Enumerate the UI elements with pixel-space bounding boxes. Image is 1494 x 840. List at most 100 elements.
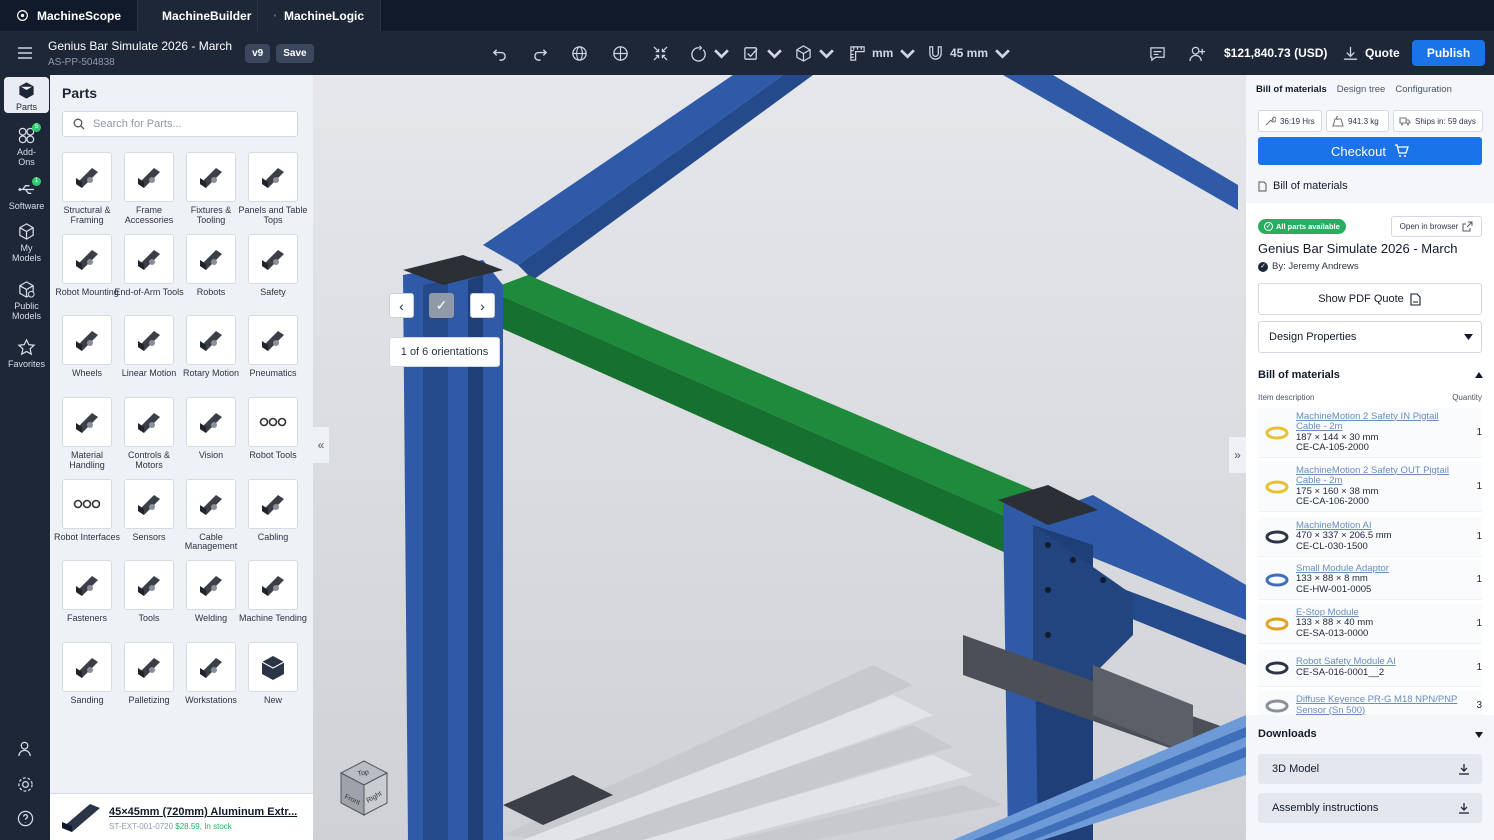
confirm-orientation-button[interactable]: ✓ (429, 293, 454, 318)
tab-label: MachineScope (37, 8, 122, 23)
version-badge[interactable]: v9 (245, 43, 271, 63)
category-palletizing[interactable]: Palletizing (124, 642, 174, 724)
selected-part-bar[interactable]: 45×45mm (720mm) Aluminum Extr... ST-EXT-… (50, 793, 313, 840)
checkout-button[interactable]: Checkout (1258, 137, 1482, 165)
design-properties-dropdown[interactable]: Design Properties (1258, 321, 1482, 353)
category-robot-interfaces[interactable]: Robot Interfaces (54, 478, 120, 561)
snap-dropdown[interactable]: 45 mm (927, 31, 1011, 75)
category-fixtures-tooling[interactable]: Fixtures & Tooling (186, 152, 236, 234)
weight-icon (1332, 115, 1344, 127)
chevron-down-icon (900, 48, 916, 59)
bom-row[interactable]: Small Module Adaptor 133 × 88 × 8 mm CE-HW… (1258, 560, 1482, 600)
collapse-right-panel[interactable]: » (1229, 437, 1246, 473)
category-robot-mounting[interactable]: Robot Mounting (55, 233, 119, 316)
orbit-button[interactable] (571, 31, 588, 75)
selected-part-name[interactable]: 45×45mm (720mm) Aluminum Extr... (109, 806, 297, 818)
tab-machinebuilder[interactable]: MachineBuilder (138, 0, 259, 31)
collapse-parts-panel[interactable]: « (313, 427, 329, 463)
category-workstations[interactable]: Workstations (185, 642, 237, 724)
tab-machinelogic[interactable]: MachineLogic (258, 0, 382, 31)
category-material-handling[interactable]: Material Handling (62, 397, 112, 479)
category-robot-tools[interactable]: Robot Tools (248, 397, 298, 479)
comments-button[interactable] (1149, 31, 1166, 75)
rail-item-my-models[interactable]: My Models (4, 222, 49, 263)
category-wheels[interactable]: Wheels (62, 315, 112, 397)
caret-down-icon[interactable] (1475, 732, 1483, 738)
category-safety[interactable]: Safety (248, 233, 298, 316)
download-label: Assembly instructions (1272, 802, 1379, 814)
tab-bill-of-materials[interactable]: Bill of materials (1256, 84, 1327, 95)
3d-viewport[interactable]: ‹ ✓ › 1 of 6 orientations « » Top Front … (313, 75, 1246, 840)
bom-row[interactable]: MachineMotion AI 470 × 337 × 206.5 mm CE-C… (1258, 517, 1482, 557)
rail-item-public-models[interactable]: Public Models (4, 280, 49, 321)
tab-design-tree[interactable]: Design tree (1337, 84, 1386, 95)
save-button[interactable]: Save (276, 43, 314, 63)
bom-row[interactable]: MachineMotion 2 Safety OUT Pigtail Cable… (1258, 462, 1482, 512)
help-icon[interactable] (17, 810, 34, 827)
share-button[interactable] (1189, 31, 1206, 75)
unit-dropdown[interactable]: mm (849, 31, 916, 75)
category-vision[interactable]: Vision (186, 397, 236, 479)
bom-row[interactable]: Robot Safety Module AI CE-SA-016-0001__2 1 (1258, 649, 1482, 687)
tab-machinescope[interactable]: MachineScope (0, 0, 139, 31)
prev-orientation-button[interactable]: ‹ (389, 293, 414, 318)
category-frame-accessories[interactable]: Frame Accessories (124, 152, 174, 234)
next-orientation-button[interactable]: › (470, 293, 495, 318)
tab-label: MachineBuilder (162, 8, 252, 23)
rail-item-software[interactable]: 1 Software (4, 177, 49, 211)
rotate-dropdown[interactable] (690, 31, 730, 75)
new-icon (248, 642, 298, 693)
caret-up-icon[interactable] (1475, 372, 1483, 378)
bom-row[interactable]: E-Stop Module 133 × 88 × 40 mm CE-SA-013-0… (1258, 604, 1482, 644)
category-sensors[interactable]: Sensors (124, 478, 174, 561)
category-label: Material Handling (69, 450, 105, 470)
category-welding[interactable]: Welding (186, 560, 236, 642)
publish-button[interactable]: Publish (1412, 40, 1485, 66)
view-cube[interactable]: Top Front Right (331, 755, 397, 821)
bom-item-text: MachineMotion 2 Safety OUT Pigtail Cable… (1296, 465, 1464, 508)
quote-button[interactable]: Quote (1342, 31, 1400, 75)
undo-button[interactable] (491, 31, 508, 75)
download-3d-model-button[interactable]: 3D Model (1258, 754, 1482, 784)
tab-configuration[interactable]: Configuration (1395, 84, 1452, 95)
category-cabling[interactable]: Cabling (248, 478, 298, 561)
target-button[interactable] (612, 31, 629, 75)
bom-item-link[interactable]: Robot Safety Module AI (1296, 656, 1464, 668)
category-structural-framing[interactable]: Structural & Framing (62, 152, 112, 234)
view-dropdown[interactable] (795, 31, 835, 75)
rail-item-addons[interactable]: 5 Add-Ons (4, 123, 49, 167)
download-assembly-instructions-button[interactable]: Assembly instructions (1258, 793, 1482, 823)
bom-item-qty: 1 (1476, 481, 1482, 492)
3d-scene[interactable] (313, 75, 1246, 840)
menu-icon[interactable] (16, 45, 36, 61)
category-tools[interactable]: Tools (124, 560, 174, 642)
category-cable-management[interactable]: Cable Management (185, 478, 237, 561)
category-fasteners[interactable]: Fasteners (62, 560, 112, 642)
category-machine-tending[interactable]: Machine Tending (239, 560, 307, 642)
category-robots[interactable]: Robots (186, 233, 236, 316)
category-panels-and-table-tops[interactable]: Panels and Table Tops (239, 152, 307, 234)
category-pneumatics[interactable]: Pneumatics (248, 315, 298, 397)
select-dropdown[interactable] (743, 31, 783, 75)
bom-item-link[interactable]: Diffuse Keyence PR-G M18 NPN/PNP Sensor … (1296, 694, 1464, 716)
bom-item-link[interactable]: MachineMotion 2 Safety OUT Pigtail Cable… (1296, 465, 1464, 487)
category-rotary-motion[interactable]: Rotary Motion (183, 315, 239, 397)
category-new[interactable]: New (248, 642, 298, 724)
rail-item-parts[interactable]: Parts (4, 77, 49, 113)
parts-search-input[interactable]: Search for Parts... (62, 111, 298, 137)
redo-button[interactable] (532, 31, 549, 75)
gear-icon[interactable] (17, 776, 34, 793)
account-icon[interactable] (17, 740, 34, 757)
category-controls-motors[interactable]: Controls & Motors (124, 397, 174, 479)
show-pdf-quote-button[interactable]: Show PDF Quote (1258, 283, 1482, 315)
category-end-of-arm-tools[interactable]: End-of-Arm Tools (114, 233, 184, 316)
fit-view-button[interactable] (652, 31, 669, 75)
open-in-browser-button[interactable]: Open in browser (1391, 216, 1482, 237)
bom-item-link[interactable]: MachineMotion 2 Safety IN Pigtail Cable … (1296, 411, 1464, 433)
fixture-icon (186, 152, 236, 202)
category-sanding[interactable]: Sanding (62, 642, 112, 724)
tab-label: MachineLogic (284, 8, 365, 23)
category-linear-motion[interactable]: Linear Motion (122, 315, 176, 397)
bom-row[interactable]: MachineMotion 2 Safety IN Pigtail Cable … (1258, 408, 1482, 458)
rail-item-favorites[interactable]: Favorites (4, 338, 49, 369)
